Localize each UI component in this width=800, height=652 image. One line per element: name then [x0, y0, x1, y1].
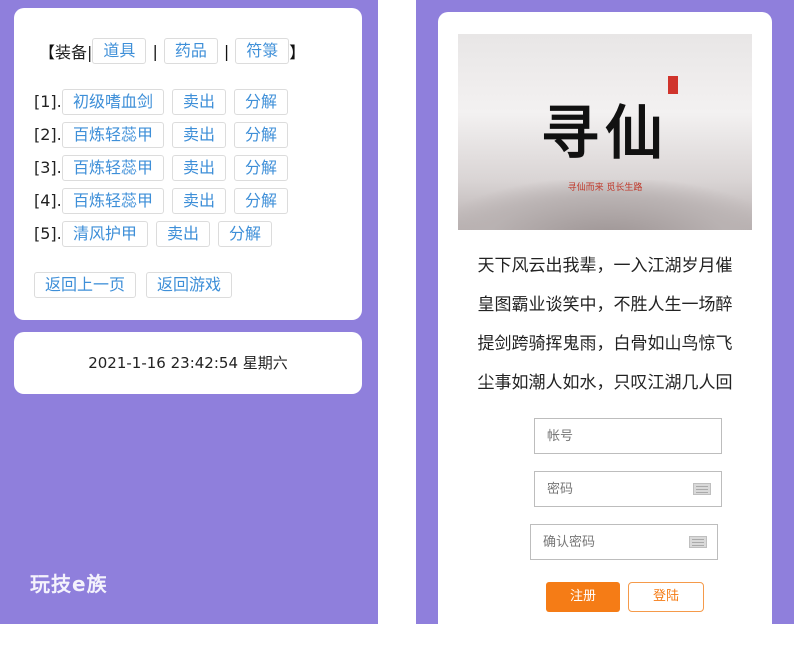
item-index: [5].: [34, 224, 62, 243]
banner-subtitle: 寻仙而来 觅长生路: [567, 183, 643, 193]
left-panel: 【 装备| 道具 | 药品 | 符箓 】 [1]. 初级嗜血剑 卖出 分解 [2…: [0, 0, 378, 624]
list-item: [1]. 初级嗜血剑 卖出 分解: [34, 85, 296, 118]
login-button[interactable]: 登陆: [628, 582, 704, 612]
sell-button[interactable]: 卖出: [172, 88, 227, 115]
return-game-button[interactable]: 返回游戏: [146, 272, 233, 298]
watermark-logo: 玩技e族: [30, 572, 108, 596]
item-name-link[interactable]: 清风护甲: [62, 220, 149, 247]
banner-title: 寻仙: [540, 99, 669, 167]
sell-button[interactable]: 卖出: [156, 220, 211, 247]
item-index: [3].: [34, 158, 62, 177]
datetime-card: 2021-1-16 23:42:54 星期六: [14, 332, 362, 394]
item-name-link[interactable]: 百炼轻蕊甲: [62, 154, 165, 181]
tab-items[interactable]: 道具: [92, 38, 147, 64]
keyboard-icon[interactable]: [689, 536, 707, 548]
menu-separator: |: [152, 41, 158, 61]
banner-seal: [668, 76, 678, 94]
poem-line: 提剑跨骑挥鬼雨，白骨如山鸟惊飞: [477, 334, 733, 354]
sell-button[interactable]: 卖出: [172, 187, 227, 214]
list-item: [4]. 百炼轻蕊甲 卖出 分解: [34, 184, 296, 217]
decompose-button[interactable]: 分解: [234, 88, 289, 115]
back-button[interactable]: 返回上一页: [34, 272, 137, 298]
tab-equipment-current: 装备|: [55, 43, 93, 62]
decompose-button[interactable]: 分解: [234, 154, 289, 181]
right-panel: 寻仙 寻仙而来 觅长生路 天下风云出我辈，一入江湖岁月催 皇图霸业谈笑中，不胜人…: [416, 0, 794, 652]
inventory-card: 【 装备| 道具 | 药品 | 符箓 】 [1]. 初级嗜血剑 卖出 分解 [2…: [14, 8, 362, 320]
decompose-button[interactable]: 分解: [234, 121, 289, 148]
item-name-link[interactable]: 初级嗜血剑: [62, 88, 165, 115]
decompose-button[interactable]: 分解: [234, 187, 289, 214]
sell-button[interactable]: 卖出: [172, 154, 227, 181]
list-item: [5]. 清风护甲 卖出 分解: [34, 217, 296, 250]
item-index: [2].: [34, 125, 62, 144]
item-name-link[interactable]: 百炼轻蕊甲: [62, 187, 165, 214]
password-input[interactable]: [545, 480, 689, 498]
category-menu: 【 装备| 道具 | 药品 | 符箓 】: [39, 38, 305, 64]
tab-medicine[interactable]: 药品: [163, 38, 218, 64]
poem-line: 皇图霸业谈笑中，不胜人生一场醉: [477, 295, 733, 315]
poem-block: 天下风云出我辈，一入江湖岁月催 皇图霸业谈笑中，不胜人生一场醉 提剑跨骑挥鬼雨，…: [458, 252, 752, 408]
item-index: [1].: [34, 92, 62, 111]
menu-open-bracket: 【: [39, 43, 56, 62]
list-item: [2]. 百炼轻蕊甲 卖出 分解: [34, 118, 296, 151]
nav-row: 返回上一页 返回游戏: [34, 272, 233, 298]
tab-talismans[interactable]: 符箓: [235, 38, 290, 64]
sell-button[interactable]: 卖出: [172, 121, 227, 148]
menu-separator: |: [223, 41, 230, 61]
password-field[interactable]: [534, 471, 722, 507]
confirm-password-input[interactable]: [541, 533, 685, 551]
poem-line: 天下风云出我辈，一入江湖岁月催: [477, 256, 733, 276]
datetime-text: 2021-1-16 23:42:54 星期六: [88, 354, 288, 372]
confirm-password-field[interactable]: [530, 524, 718, 560]
poem-line: 尘事如潮人如水，只叹江湖几人回: [477, 373, 733, 393]
game-banner-image: 寻仙 寻仙而来 觅长生路: [458, 34, 752, 230]
decompose-button[interactable]: 分解: [218, 220, 273, 247]
list-item: [3]. 百炼轻蕊甲 卖出 分解: [34, 151, 296, 184]
item-name-link[interactable]: 百炼轻蕊甲: [62, 121, 165, 148]
account-input[interactable]: [545, 427, 689, 445]
menu-close-bracket: 】: [289, 43, 306, 62]
equipment-list: [1]. 初级嗜血剑 卖出 分解 [2]. 百炼轻蕊甲 卖出 分解 [3]. 百…: [34, 85, 296, 250]
account-field[interactable]: [534, 418, 722, 454]
register-card: 寻仙 寻仙而来 觅长生路 天下风云出我辈，一入江湖岁月催 皇图霸业谈笑中，不胜人…: [438, 12, 772, 652]
register-button[interactable]: 注册: [546, 582, 620, 612]
keyboard-icon[interactable]: [693, 483, 711, 495]
item-index: [4].: [34, 191, 62, 210]
